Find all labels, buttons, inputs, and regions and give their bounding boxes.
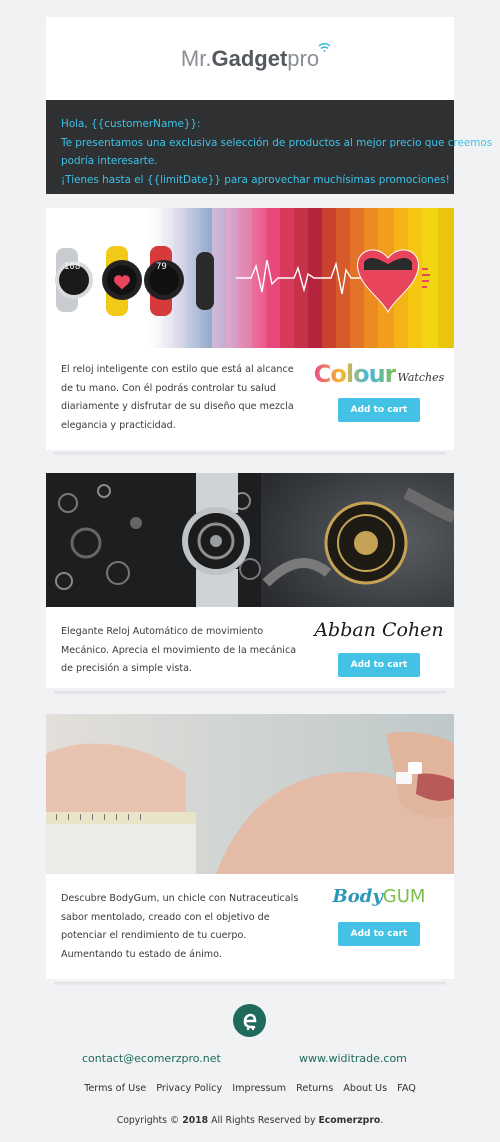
copyright-year: 2018 bbox=[182, 1115, 209, 1126]
product-image[interactable] bbox=[46, 714, 454, 874]
colour-watches-banner bbox=[46, 208, 454, 348]
brand-sub: Watches bbox=[397, 371, 445, 384]
ecommerce-icon bbox=[243, 1013, 256, 1030]
description-line: diariamente y disfrutar de su diseño que… bbox=[61, 401, 294, 412]
description-line: sabor mentolado, creado con el objetivo … bbox=[61, 911, 270, 923]
product-card-abban-cohen: Elegante Reloj Automático de movimiento … bbox=[46, 473, 454, 688]
wifi-icon bbox=[318, 42, 331, 52]
brand-name: Body bbox=[332, 885, 383, 907]
description-line: Descubre BodyGum, un chicle con Nutraceu… bbox=[61, 893, 299, 904]
watch-face-reading: 79 bbox=[156, 262, 167, 272]
copyright-brand: Ecomerzpro bbox=[318, 1115, 381, 1126]
description-line: de precisión a simple vista. bbox=[61, 663, 193, 674]
copyright-end: . bbox=[380, 1115, 384, 1126]
logo-suffix: pro bbox=[287, 45, 320, 71]
product-actions: Body GUM Add to cart bbox=[304, 874, 454, 946]
add-to-cart-button[interactable]: Add to cart bbox=[338, 922, 420, 946]
product-actions: Colour Watches Add to cart bbox=[304, 348, 454, 422]
greeting-line: Hola, {{customerName}}: bbox=[61, 118, 201, 130]
product-image[interactable]: 108 79 bbox=[46, 208, 454, 348]
footer-link-impressum[interactable]: Impressum bbox=[232, 1083, 286, 1094]
greeting-panel: Hola, {{customerName}}: Te presentamos u… bbox=[46, 100, 493, 194]
brand-sub: GUM bbox=[382, 885, 426, 907]
description-line: El reloj inteligente con estilo que está… bbox=[61, 364, 294, 375]
footer-link-returns[interactable]: Returns bbox=[296, 1083, 333, 1094]
abban-cohen-banner bbox=[46, 473, 454, 607]
logo-prefix: Mr. bbox=[180, 45, 212, 71]
header-card: Mr.Gadgetpro bbox=[46, 17, 454, 100]
description-line: Aumentando tu estado de ánimo. bbox=[61, 948, 222, 960]
footer-logo-icon[interactable] bbox=[233, 1004, 266, 1037]
description-line: potenciar el rendimiento de tu cuerpo. bbox=[61, 930, 247, 941]
greeting-line: podría interesarte. bbox=[61, 155, 158, 167]
footer-link-privacy[interactable]: Privacy Policy bbox=[156, 1083, 222, 1094]
card-shadow bbox=[54, 982, 446, 986]
brand-colour-watches-logo: Colour Watches bbox=[314, 352, 444, 388]
description-line: de tu mano. Con él podrás controlar tu s… bbox=[61, 382, 277, 394]
footer-email-link[interactable]: contact@ecomerzpro.net bbox=[82, 1052, 221, 1065]
copyright-mid: All Rights Reserved by bbox=[211, 1115, 316, 1126]
greeting-line: Te presentamos una exclusiva selección d… bbox=[61, 136, 493, 149]
footer-website-link[interactable]: www.widitrade.com bbox=[299, 1052, 407, 1065]
description-line: Elegante Reloj Automático de movimiento bbox=[61, 626, 264, 637]
product-description: Descubre BodyGum, un chicle con Nutraceu… bbox=[61, 890, 298, 964]
product-actions: Abban Cohen Add to cart bbox=[304, 607, 454, 677]
footer-link-terms[interactable]: Terms of Use bbox=[84, 1083, 146, 1094]
description-line: Mecánico. Aprecia el movimiento de la me… bbox=[61, 644, 297, 656]
brand-name: Colour bbox=[313, 360, 397, 388]
brand-name: Abban Cohen bbox=[314, 619, 444, 641]
add-to-cart-button[interactable]: Add to cart bbox=[338, 398, 420, 422]
add-to-cart-button[interactable]: Add to cart bbox=[338, 653, 420, 677]
brand-logo[interactable]: Mr.Gadgetpro bbox=[180, 42, 331, 72]
product-description: El reloj inteligente con estilo que está… bbox=[61, 361, 294, 435]
copyright-text: Copyrights © 2018 All Rights Reserved by… bbox=[0, 1115, 500, 1126]
product-description: Elegante Reloj Automático de movimiento … bbox=[61, 623, 296, 679]
product-card-colour-watches: 108 79 El reloj inteligente con estilo q… bbox=[46, 208, 454, 450]
watch-face-reading: 108 bbox=[64, 262, 81, 272]
footer-link-faq[interactable]: FAQ bbox=[397, 1083, 416, 1094]
greeting-line: ¡Tienes hasta el {{limitDate}} para apro… bbox=[61, 173, 450, 186]
copyright-prefix: Copyrights © bbox=[116, 1115, 180, 1126]
card-shadow bbox=[54, 452, 446, 456]
footer-links: Terms of Use Privacy Policy Impressum Re… bbox=[0, 1083, 500, 1094]
logo-bold: Gadget bbox=[211, 45, 288, 71]
bodygum-banner bbox=[46, 714, 454, 874]
card-shadow bbox=[54, 691, 446, 695]
footer-link-about[interactable]: About Us bbox=[343, 1083, 387, 1094]
product-image[interactable] bbox=[46, 473, 454, 607]
product-card-bodygum: Descubre BodyGum, un chicle con Nutraceu… bbox=[46, 714, 454, 979]
brand-bodygum-logo: Body GUM bbox=[333, 882, 426, 910]
brand-abban-cohen-logo: Abban Cohen bbox=[314, 617, 443, 643]
description-line: elegancia y practicidad. bbox=[61, 419, 176, 431]
